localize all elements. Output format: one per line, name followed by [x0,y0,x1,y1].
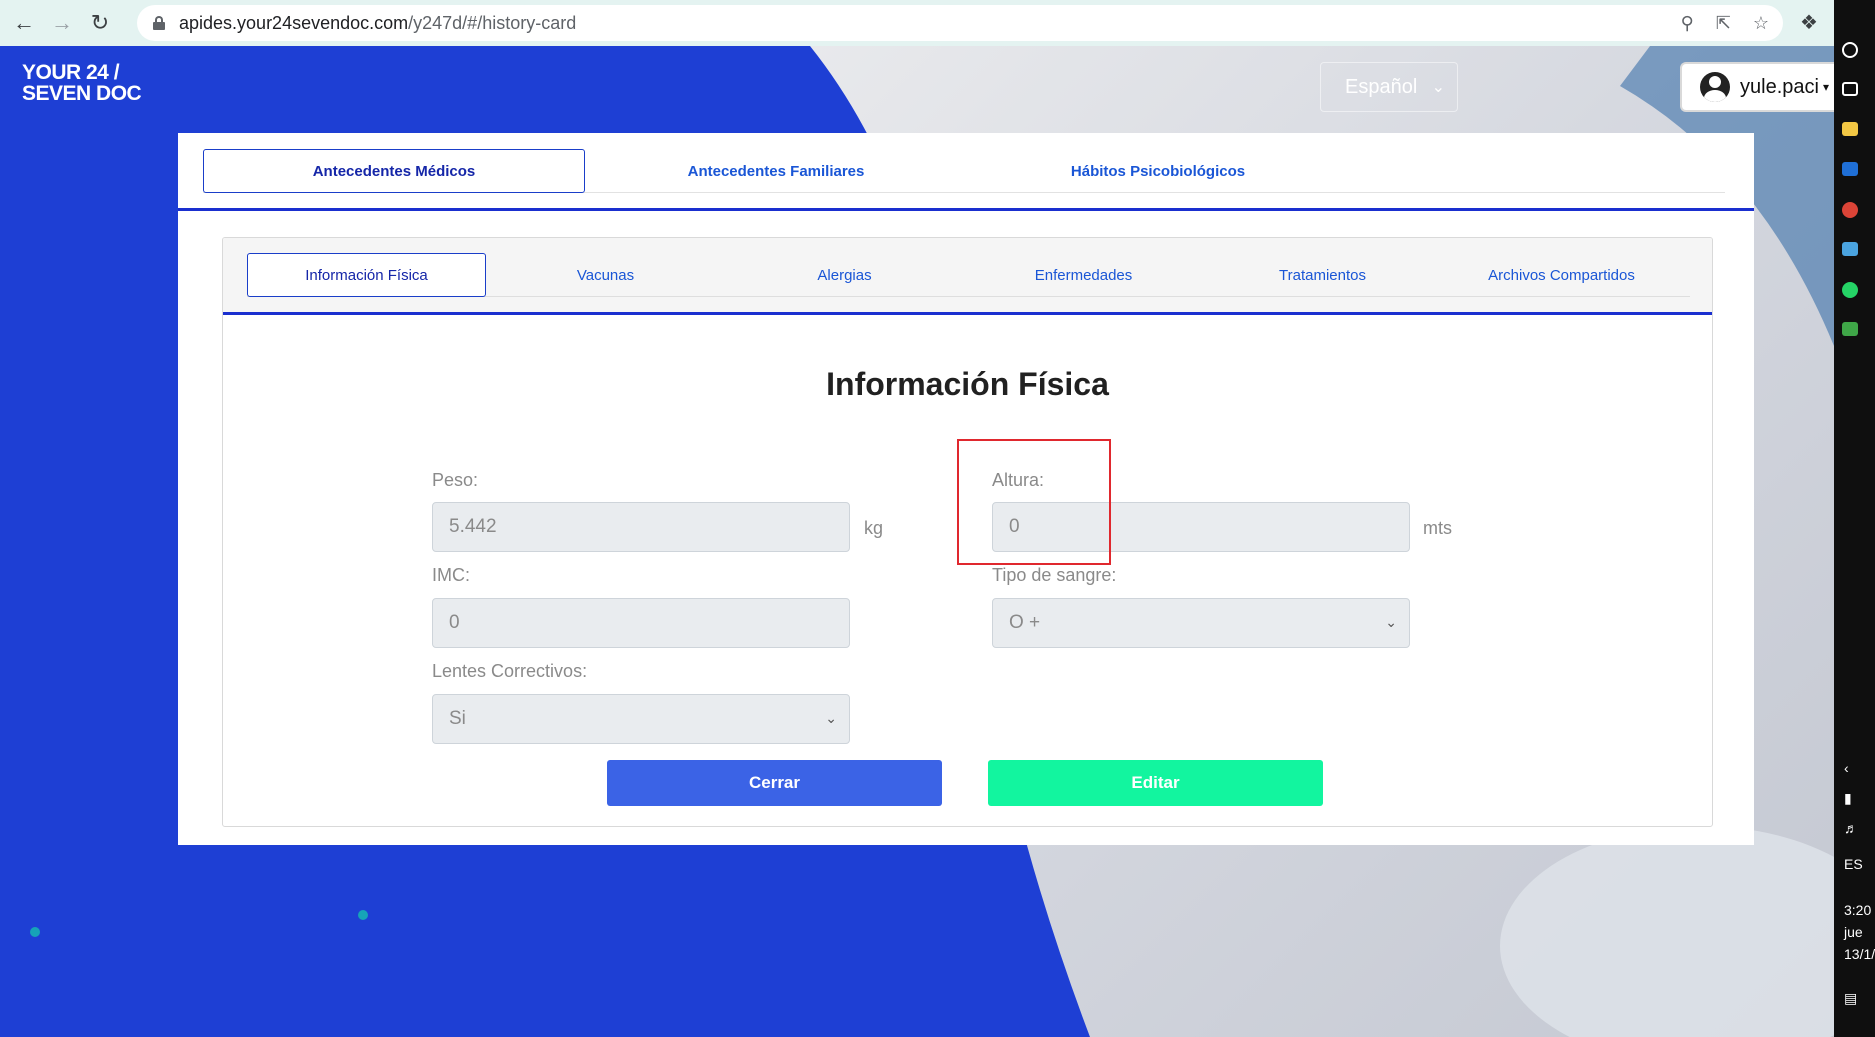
tab-habitos-psicobiologicos[interactable]: Hábitos Psicobiológicos [967,149,1349,193]
lentes-value: Si [449,708,466,729]
tab-antecedentes-medicos[interactable]: Antecedentes Médicos [203,149,585,193]
logo-line-2: SEVEN DOC [22,82,142,105]
tipo-sangre-label: Tipo de sangre: [992,565,1117,585]
chevron-down-icon: ⌄ [1431,79,1445,96]
sub-tabs-divider [223,312,1712,315]
chevron-down-icon: ⌄ [825,710,837,726]
tab-informacion-fisica[interactable]: Información Física [247,253,486,297]
tipo-sangre-select[interactable]: O + ⌄ [992,598,1410,648]
close-button[interactable]: Cerrar [607,760,942,806]
logo-line-1: YOUR 24 / [22,61,120,84]
peso-label: Peso: [432,470,479,490]
tab-vacunas[interactable]: Vacunas [486,253,725,297]
whatsapp-icon[interactable] [1842,282,1858,298]
language-indicator[interactable]: ES [1844,856,1863,872]
chevron-left-icon[interactable]: ‹ [1844,760,1849,776]
tab-antecedentes-familiares[interactable]: Antecedentes Familiares [585,149,967,193]
volume-icon[interactable]: ♬ [1844,820,1858,836]
chevron-down-icon: ⌄ [1385,614,1397,630]
user-menu-button[interactable]: yule.paci ▾ [1680,62,1840,112]
lentes-select[interactable]: Si ⌄ [432,694,850,744]
logo[interactable]: YOUR 24 / SEVEN DOC [22,61,142,105]
file-explorer-icon[interactable] [1842,122,1858,136]
top-tabs-divider [178,208,1754,211]
star-icon[interactable]: ☆ [1753,13,1769,34]
back-icon[interactable]: ← [10,9,38,37]
imc-value: 0 [449,612,460,633]
lock-icon[interactable] [153,16,165,30]
sub-tabs-header: Información Física Vacunas Alergias Enfe… [223,238,1712,315]
clock-time[interactable]: 3:20 [1844,902,1871,918]
tipo-sangre-value: O + [1009,612,1041,633]
photos-icon[interactable] [1842,242,1858,256]
user-name: yule.paci [1740,75,1819,98]
decorative-dot [358,910,368,920]
reload-icon[interactable]: ↻ [86,9,114,37]
page-title: Información Física [826,366,1109,402]
search-icon[interactable] [1842,42,1858,58]
edit-button[interactable]: Editar [988,760,1323,806]
excel-icon[interactable] [1842,322,1858,336]
tab-enfermedades[interactable]: Enfermedades [964,253,1203,297]
battery-icon[interactable]: ▮ [1844,790,1852,807]
lentes-label: Lentes Correctivos: [432,661,588,681]
url-host: apides.your24sevendoc.com [179,12,409,33]
peso-value: 5.442 [449,516,497,537]
peso-unit: kg [864,518,884,538]
chrome-icon[interactable] [1842,202,1858,218]
highlight-annotation [957,439,1111,565]
forward-icon[interactable]: → [48,9,76,37]
altura-unit: mts [1423,518,1452,538]
key-icon[interactable]: ⚲ [1681,13,1694,34]
tab-alergias[interactable]: Alergias [725,253,964,297]
imc-label: IMC: [432,565,470,585]
notifications-icon[interactable]: ▤ [1844,990,1857,1007]
imc-field[interactable]: 0 [432,598,850,648]
clock-day[interactable]: jue [1844,924,1863,940]
url-text[interactable]: apides.your24sevendoc.com/y247d/#/histor… [179,13,576,34]
os-taskbar: ‹ ▮ ♬ ES 3:20 jue 13/1/ ▤ [1834,0,1875,1037]
share-icon[interactable]: ⇱ [1716,13,1731,34]
url-path: /y247d/#/history-card [408,12,577,33]
language-select[interactable]: Español ⌄ [1320,62,1458,112]
browser-toolbar: ← → ↻ apides.your24sevendoc.com/y247d/#/… [0,0,1834,46]
tab-archivos-compartidos[interactable]: Archivos Compartidos [1442,253,1681,297]
sub-tabs: Información Física Vacunas Alergias Enfe… [247,253,1690,297]
tab-tratamientos[interactable]: Tratamientos [1203,253,1442,297]
outlook-icon[interactable] [1842,162,1858,176]
avatar [1700,72,1730,102]
clock-date[interactable]: 13/1/ [1844,946,1875,962]
decorative-dot [30,927,40,937]
task-view-icon[interactable] [1842,82,1858,96]
peso-field[interactable]: 5.442 [432,502,850,552]
language-value: Español [1345,75,1418,98]
caret-down-icon: ▾ [1822,80,1829,94]
address-bar[interactable]: apides.your24sevendoc.com/y247d/#/histor… [137,5,1783,41]
top-tabs: Antecedentes Médicos Antecedentes Famili… [203,149,1725,193]
extensions-icon[interactable]: ❖ [1800,10,1818,35]
